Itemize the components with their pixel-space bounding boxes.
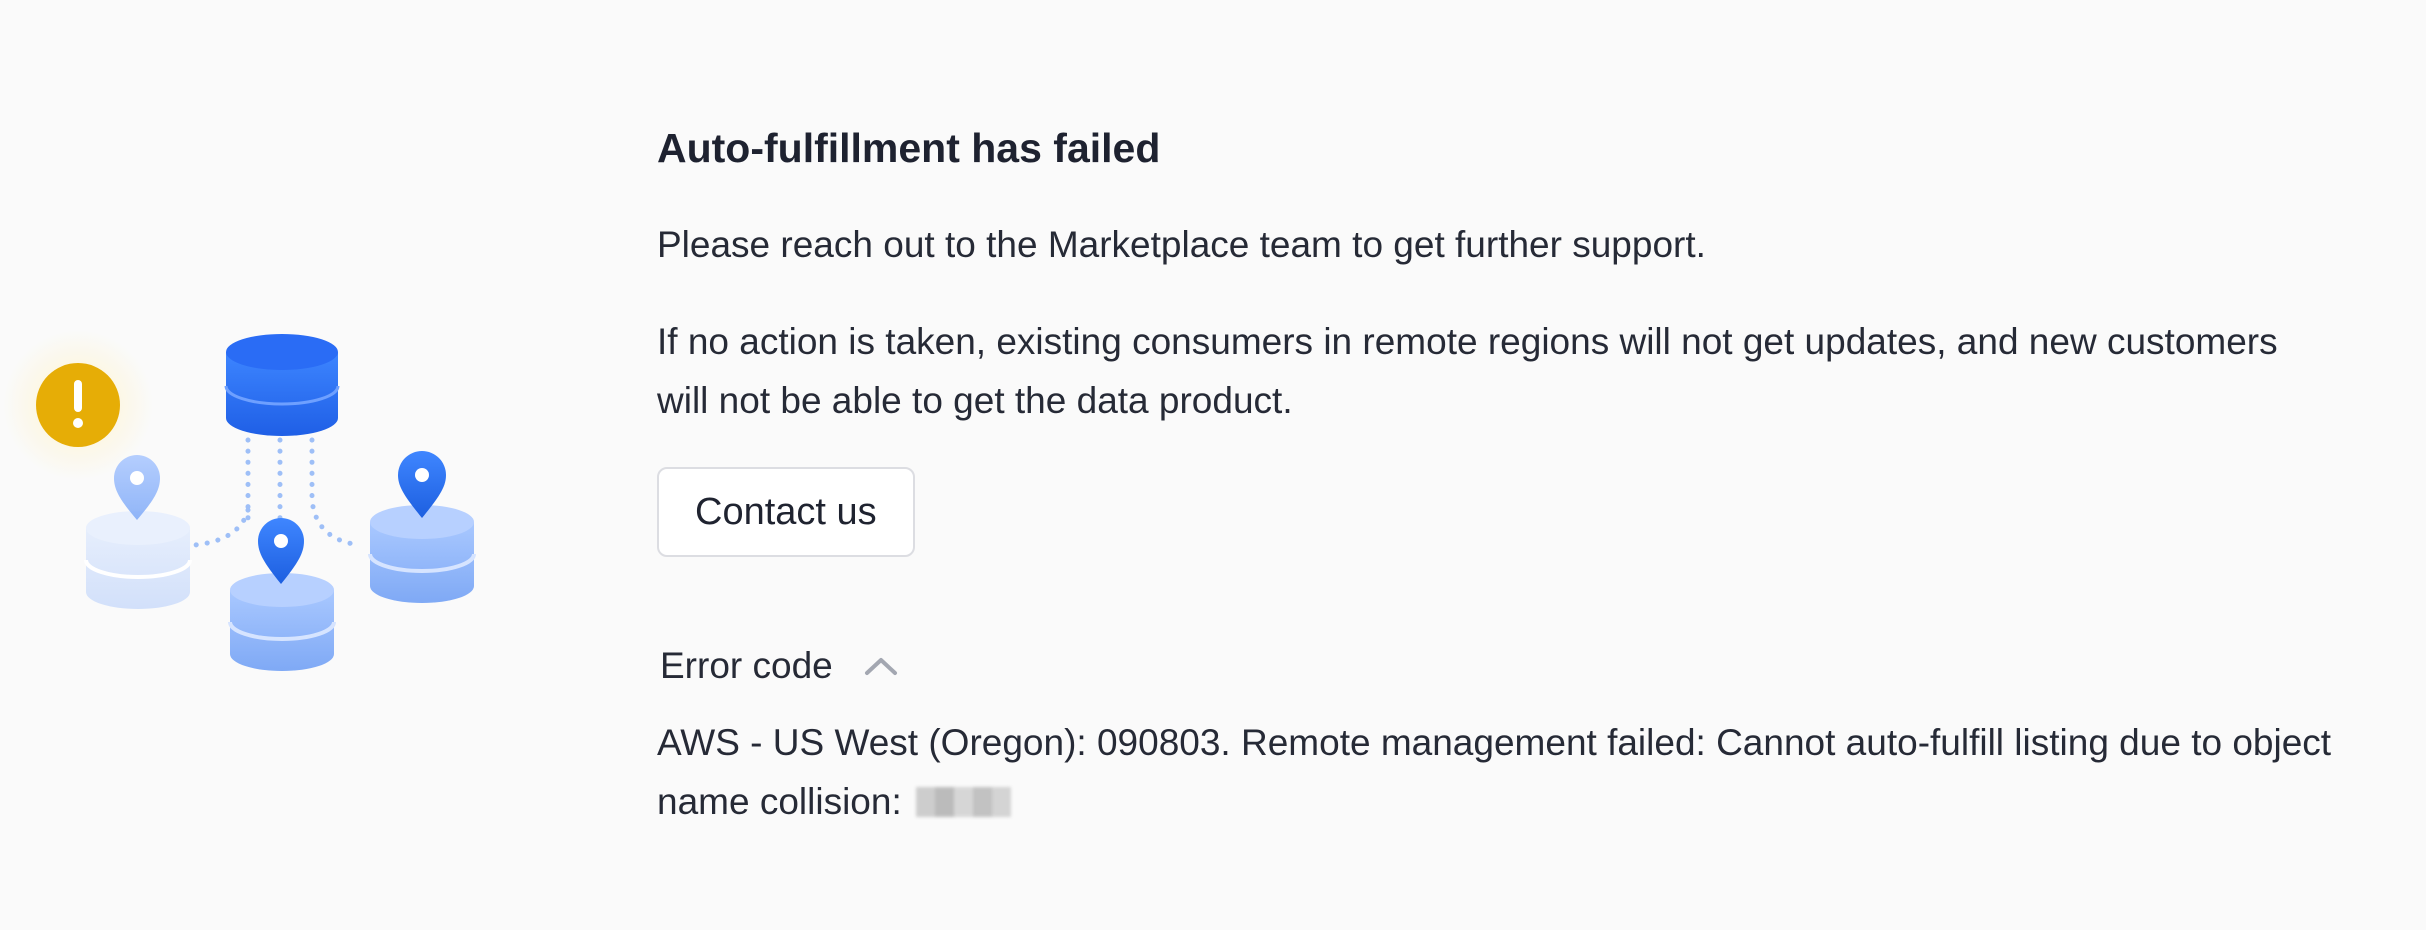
error-panel: Auto-fulfillment has failed Please reach… (657, 118, 2357, 831)
remote-database-icon (84, 511, 192, 609)
remote-database-icon (368, 505, 476, 603)
warning-icon (36, 363, 120, 447)
redacted-object-name (916, 787, 1012, 817)
page: Auto-fulfillment has failed Please reach… (0, 0, 2426, 930)
error-code-section-header[interactable]: Error code (657, 641, 2357, 691)
impact-message: If no action is taken, existing consumer… (657, 321, 2278, 421)
contact-us-button[interactable]: Contact us (657, 467, 915, 557)
chevron-up-icon[interactable] (863, 653, 899, 679)
data-replication-illustration (3, 330, 476, 671)
error-code-label: Error code (660, 645, 833, 686)
support-message: Please reach out to the Marketplace team… (657, 224, 1706, 265)
source-database-icon (224, 334, 340, 436)
error-code-details: AWS - US West (Oregon): 090803. Remote m… (657, 713, 2377, 831)
location-pin-icon (114, 455, 160, 520)
page-title: Auto-fulfillment has failed (657, 125, 1161, 171)
error-code-text: AWS - US West (Oregon): 090803. Remote m… (657, 722, 2332, 822)
remote-database-icon (230, 573, 334, 671)
